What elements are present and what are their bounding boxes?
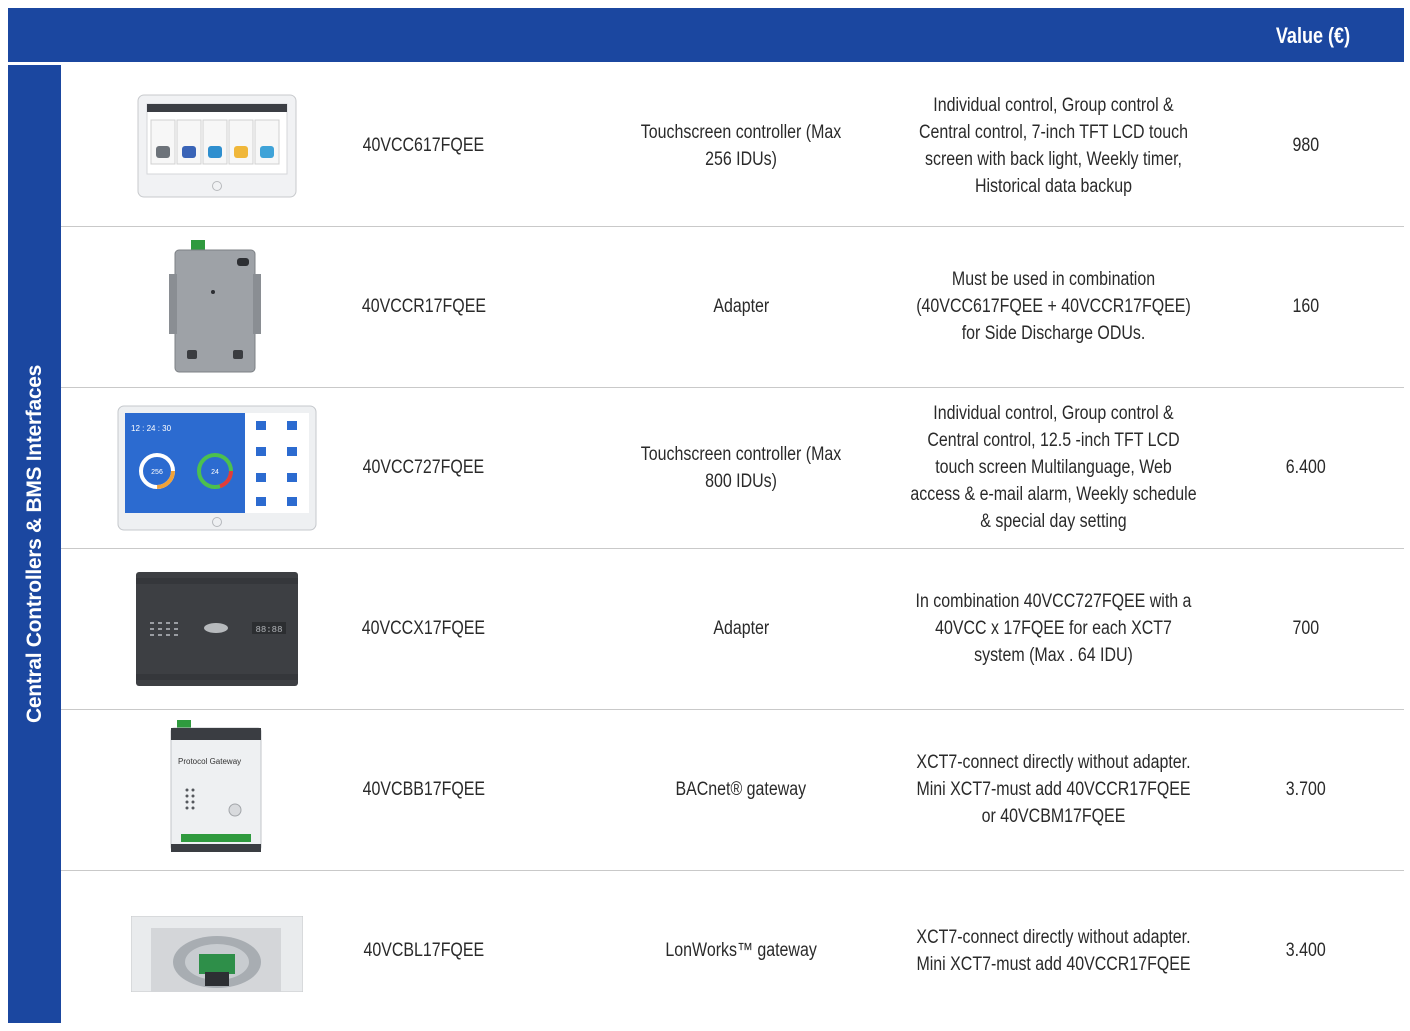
dark-adapter-image: 88:88	[136, 571, 298, 686]
gauge-a-value: 256	[151, 469, 163, 476]
product-code: 40VCCR17FQEE	[361, 296, 486, 317]
product-features: Individual control, Group control & Cent…	[918, 94, 1189, 197]
product-code: 40VCCX17FQEE	[361, 618, 486, 639]
product-image-cell: 12 : 24 : 30 256 24	[81, 387, 353, 548]
product-value: 160	[1292, 296, 1320, 317]
product-code: 40VCBL17FQEE	[363, 940, 484, 961]
product-value: 700	[1292, 618, 1320, 639]
product-description: Adapter	[713, 618, 769, 639]
value-column-header: Value (€)	[1275, 23, 1351, 48]
gateway-title: Protocol Gateway	[178, 757, 241, 766]
table-row: Protocol Gateway 40VCBB17FQEE BACnet® ga…	[61, 709, 1404, 871]
product-image-cell: Protocol Gateway	[81, 709, 353, 870]
product-code: 40VCBB17FQEE	[362, 779, 485, 800]
product-image-cell	[81, 870, 353, 1031]
table-row: 40VCC617FQEE Touchscreen controller (Max…	[61, 65, 1404, 227]
product-description: Touchscreen controller (Max 800 IDUs)	[640, 443, 842, 492]
product-value: 6.400	[1286, 457, 1326, 478]
product-features: Must be used in combination (40VCC617FQE…	[916, 269, 1191, 344]
product-image-cell	[81, 65, 353, 226]
product-features: XCT7-connect directly without adapter. M…	[916, 926, 1191, 975]
category-label: Central Controllers & BMS Interfaces	[22, 365, 46, 723]
table-header-bar: Value (€)	[8, 8, 1404, 62]
product-value: 980	[1292, 135, 1320, 156]
touchscreen-controller-image	[137, 94, 297, 197]
product-image-cell: 88:88	[81, 548, 353, 709]
product-description: BACnet® gateway	[675, 779, 807, 800]
table-row: 40VCCR17FQEE Adapter Must be used in com…	[61, 226, 1404, 388]
lonworks-gateway-image	[131, 915, 303, 992]
product-description: Adapter	[713, 296, 769, 317]
product-code: 40VCC727FQEE	[362, 457, 485, 478]
table-row: 12 : 24 : 30 256 24 40VCC727FQEE Touchsc…	[61, 387, 1404, 549]
category-sidebar: Central Controllers & BMS Interfaces	[8, 65, 61, 1023]
product-image-cell	[81, 226, 353, 387]
large-touchscreen-image: 12 : 24 : 30 256 24	[117, 405, 317, 530]
table-row: 88:88 40VCCX17FQEE Adapter In combinatio…	[61, 548, 1404, 710]
gauge-b-value: 24	[211, 469, 219, 476]
product-code: 40VCC617FQEE	[362, 135, 485, 156]
product-features: XCT7-connect directly without adapter. M…	[916, 752, 1191, 827]
svg-text:88:88: 88:88	[255, 625, 282, 635]
product-description: LonWorks™ gateway	[665, 940, 817, 961]
adapter-box-image	[169, 239, 261, 372]
protocol-gateway-image: Protocol Gateway	[170, 719, 262, 852]
product-features: In combination 40VCC727FQEE with a 40VCC…	[915, 591, 1192, 666]
table-row: 40VCBL17FQEE LonWorks™ gateway XCT7-conn…	[61, 870, 1404, 1031]
product-description: Touchscreen controller (Max 256 IDUs)	[640, 121, 842, 170]
product-value: 3.700	[1286, 779, 1326, 800]
clock-readout: 12 : 24 : 30	[131, 424, 172, 433]
product-value: 3.400	[1286, 940, 1326, 961]
product-features: Individual control, Group control & Cent…	[910, 403, 1197, 532]
